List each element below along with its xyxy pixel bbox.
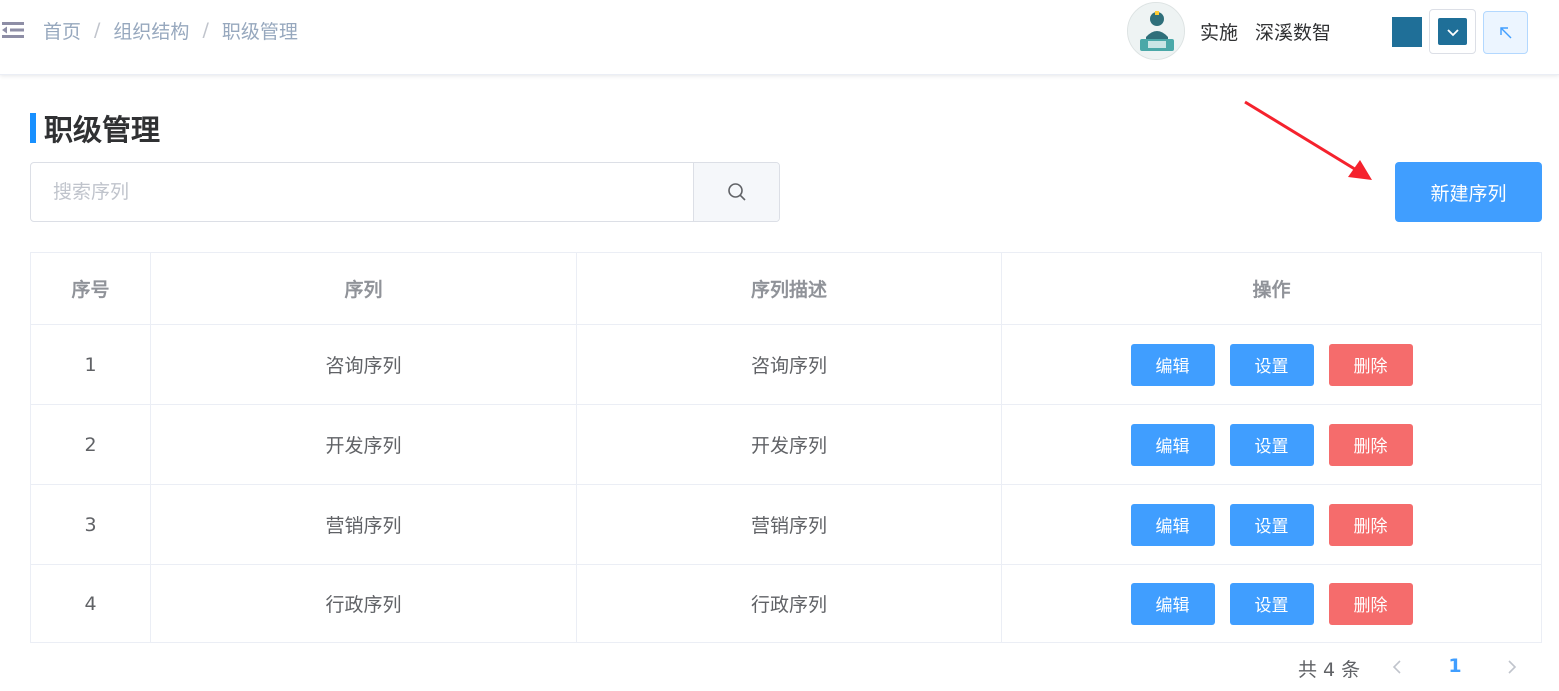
delete-button[interactable]: 删除: [1328, 503, 1413, 546]
chevron-right-icon: [1508, 660, 1517, 674]
pagination-page-1[interactable]: 1: [1443, 655, 1467, 677]
pagination-next-button[interactable]: [1501, 656, 1523, 678]
breadcrumb-home[interactable]: 首页: [43, 17, 81, 44]
menu-fold-icon[interactable]: [2, 20, 24, 40]
table-row: 1 咨询序列 咨询序列 编辑 设置 删除: [31, 325, 1541, 405]
theme-color-picker[interactable]: [1429, 9, 1476, 54]
column-header-description: 序列描述: [577, 253, 1002, 324]
chevron-left-icon: [1392, 660, 1401, 674]
pagination-prev-button[interactable]: [1386, 656, 1408, 678]
row-actions: 编辑 设置 删除: [1002, 565, 1541, 642]
breadcrumb-separator: /: [202, 19, 209, 41]
row-sequence: 营销序列: [151, 485, 577, 564]
chevron-down-icon: [1446, 28, 1459, 36]
row-sequence: 开发序列: [151, 405, 577, 484]
delete-button[interactable]: 删除: [1328, 343, 1413, 386]
delete-button[interactable]: 删除: [1328, 423, 1413, 466]
column-header-index: 序号: [31, 253, 151, 324]
settings-button[interactable]: 设置: [1229, 343, 1314, 386]
table-header-row: 序号 序列 序列描述 操作: [31, 253, 1541, 325]
arrow-up-left-icon: [1499, 26, 1511, 38]
row-description: 开发序列: [577, 405, 1002, 484]
breadcrumb-org-structure[interactable]: 组织结构: [113, 17, 189, 44]
column-header-sequence: 序列: [151, 253, 577, 324]
annotation-arrow-icon: [1244, 100, 1372, 180]
pagination-total: 共 4 条: [1298, 659, 1361, 681]
delete-button[interactable]: 删除: [1328, 582, 1413, 625]
exit-fullscreen-button[interactable]: [1483, 11, 1528, 54]
row-sequence: 咨询序列: [151, 325, 577, 404]
breadcrumb: 首页 / 组织结构 / 职级管理: [43, 17, 298, 43]
row-description: 咨询序列: [577, 325, 1002, 404]
row-index: 3: [31, 485, 151, 564]
search-input[interactable]: [31, 163, 693, 221]
column-header-actions: 操作: [1252, 279, 1291, 301]
breadcrumb-separator: /: [94, 19, 101, 41]
row-index: 4: [31, 565, 151, 642]
table-row: 3 营销序列 营销序列 编辑 设置 删除: [31, 485, 1541, 565]
page-title-text: 职级管理: [44, 113, 161, 147]
settings-button[interactable]: 设置: [1229, 582, 1314, 625]
page-title: 职级管理: [30, 112, 160, 147]
row-description: 行政序列: [577, 565, 1002, 642]
user-role: 实施: [1200, 22, 1239, 44]
settings-button[interactable]: 设置: [1229, 503, 1314, 546]
search-bar: [30, 162, 780, 222]
edit-button[interactable]: 编辑: [1130, 423, 1215, 466]
edit-button[interactable]: 编辑: [1130, 343, 1215, 386]
search-icon: [727, 183, 746, 201]
new-sequence-button[interactable]: 新建序列: [1395, 162, 1542, 222]
top-navbar: 首页 / 组织结构 / 职级管理 实施 深溪数智: [0, 0, 1559, 75]
row-index: 1: [31, 325, 151, 404]
row-sequence: 行政序列: [151, 565, 577, 642]
table-row: 2 开发序列 开发序列 编辑 设置 删除: [31, 405, 1541, 485]
row-actions: 编辑 设置 删除: [1002, 325, 1541, 404]
row-index: 2: [31, 405, 151, 484]
row-actions: 编辑 设置 删除: [1002, 405, 1541, 484]
row-description: 营销序列: [577, 485, 1002, 564]
search-button[interactable]: [693, 163, 779, 221]
edit-button[interactable]: 编辑: [1130, 503, 1215, 546]
title-accent-bar: [30, 113, 36, 143]
table-row: 4 行政序列 行政序列 编辑 设置 删除: [31, 565, 1541, 643]
row-actions: 编辑 设置 删除: [1002, 485, 1541, 564]
company-name: 深溪数智: [1255, 22, 1332, 44]
settings-button[interactable]: 设置: [1229, 423, 1314, 466]
theme-color-swatch[interactable]: [1392, 17, 1422, 47]
edit-button[interactable]: 编辑: [1130, 582, 1215, 625]
breadcrumb-current: 职级管理: [221, 20, 298, 43]
sequence-table: 序号 序列 序列描述 操作 1 咨询序列 咨询序列 编辑 设置 删除 2 开发序…: [30, 252, 1542, 643]
avatar[interactable]: [1127, 2, 1185, 60]
